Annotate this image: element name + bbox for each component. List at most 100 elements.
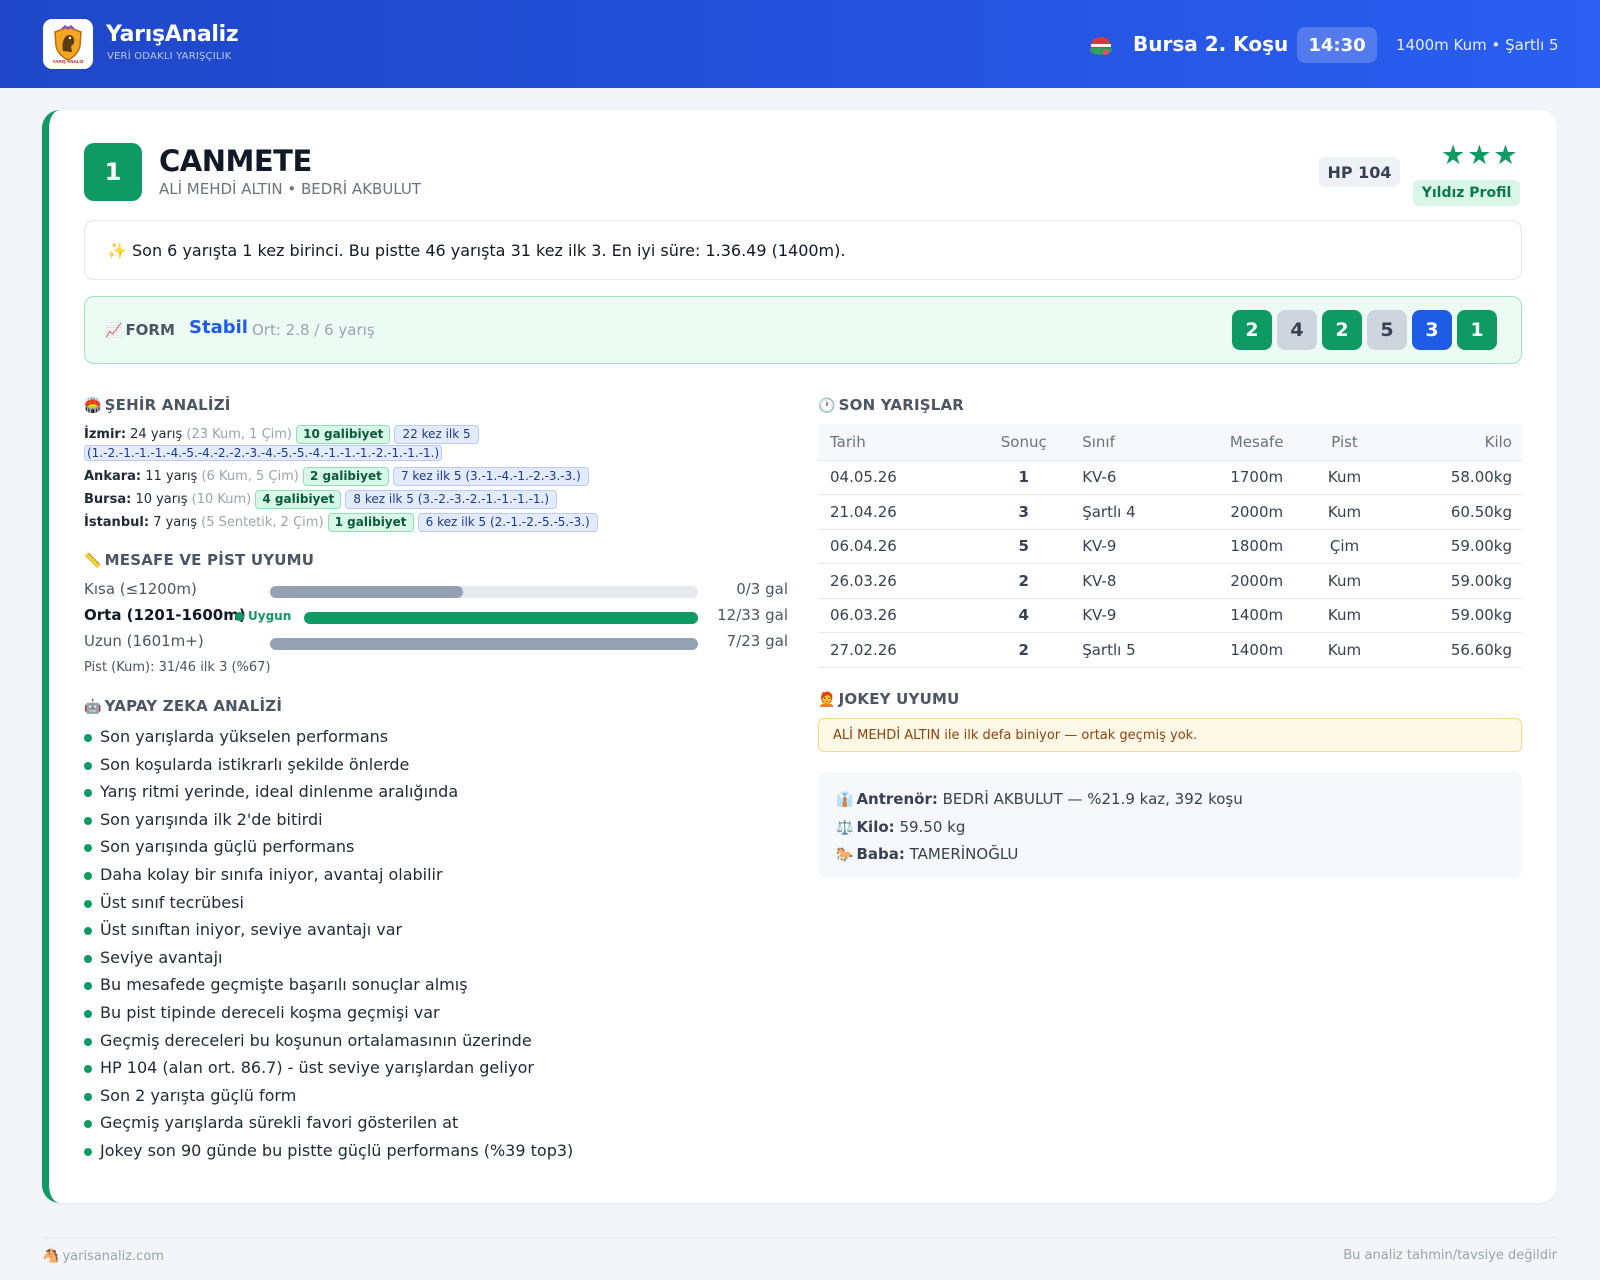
ai-insight-item: Geçmiş yarışlarda sürekli favori gösteri…: [84, 1113, 573, 1141]
ai-insight-item: Son yarışlarda yükselen performans: [84, 727, 573, 755]
col-track: Pist: [1310, 424, 1379, 461]
distance-bar-fill: [270, 638, 698, 650]
race-row[interactable]: 26.03.26 2 KV-8 2000m Kum 59.00kg: [818, 563, 1522, 599]
sire-line: 🐎 Baba: TAMERİNOĞLU: [836, 845, 1019, 863]
brand-name[interactable]: YarışAnaliz: [106, 22, 239, 47]
logo-small-icon: 🐴: [42, 1248, 60, 1264]
top5-tag: 8 kez ilk 5 (3.-2.-3.-2.-1.-1.-1.-1.): [345, 490, 558, 509]
race-row[interactable]: 27.02.26 2 Şartlı 5 1400m Kum 56.60kg: [818, 632, 1522, 668]
city-row-izmir: İzmir: 24 yarış (23 Kum, 1 Çim) 10 galib…: [84, 425, 804, 463]
ruler-icon: 📏: [84, 553, 102, 569]
race-distance: 1400m: [1202, 598, 1311, 633]
race-row[interactable]: 06.03.26 4 KV-9 1400m Kum 59.00kg: [818, 598, 1522, 633]
race-weight: 58.00kg: [1378, 460, 1522, 495]
hp-badge: HP 104: [1319, 157, 1400, 187]
form-heading: 📈 FORM: [105, 321, 175, 339]
stadium-icon: 🏟️: [84, 398, 102, 414]
ai-insight-item: Seviye avantajı: [84, 948, 573, 976]
race-row[interactable]: 06.04.26 5 KV-9 1800m Çim 59.00kg: [818, 529, 1522, 564]
brand-logo[interactable]: YARIŞ ANALİZ: [43, 19, 93, 69]
ai-insight-list: Son yarışlarda yükselen performans Son ko…: [84, 727, 573, 1169]
summary-box: ✨ Son 6 yarışta 1 kez birinci. Bu pistte…: [84, 220, 1522, 280]
ai-insight-item: Son koşularda istikrarlı şekilde önlerde: [84, 755, 573, 783]
race-track: Kum: [1310, 632, 1379, 668]
jockey-icon: 🧑‍🦰: [818, 692, 836, 708]
col-weight: Kilo: [1378, 424, 1522, 461]
ai-insight-item: Üst sınıftan iniyor, seviye avantajı var: [84, 920, 573, 948]
distance-label: Orta (1201-1600m): [84, 606, 246, 624]
clock-icon: 🕐: [818, 398, 836, 414]
race-weight: 59.00kg: [1378, 529, 1522, 564]
distance-row-mid: Orta (1201-1600m) Uygun 12/33 gal: [84, 606, 788, 628]
distance-bar: [304, 612, 698, 624]
form-average: Ort: 2.8 / 6 yarış: [252, 321, 375, 339]
race-class: KV-6: [1070, 460, 1203, 495]
race-row[interactable]: 21.04.26 3 Şartlı 4 2000m Kum 60.50kg: [818, 494, 1522, 530]
city-row-bursa: Bursa: 10 yarış (10 Kum) 4 galibiyet 8 k…: [84, 490, 804, 509]
footer-site[interactable]: 🐴 yarisanaliz.com: [42, 1248, 164, 1264]
form-chip: 5: [1367, 310, 1407, 350]
race-time-badge: 14:30: [1297, 27, 1377, 63]
distance-row-short: Kısa (≤1200m) 0/3 gal: [84, 580, 788, 602]
race-track: Çim: [1310, 529, 1379, 564]
ai-insight-item: Jokey son 90 günde bu pistte güçlü perfo…: [84, 1141, 573, 1169]
distance-value: 0/3 gal: [736, 580, 788, 598]
form-chip: 2: [1322, 310, 1362, 350]
race-distance: 1800m: [1202, 529, 1311, 564]
col-result: Sonuç: [977, 424, 1071, 461]
race-class: KV-9: [1070, 598, 1203, 633]
recent-races-title: 🕐 SON YARIŞLAR: [818, 396, 965, 414]
top5-tag: 7 kez ilk 5 (3.-1.-4.-1.-2.-3.-3.): [392, 467, 589, 486]
col-class: Sınıf: [1070, 424, 1203, 461]
distance-row-long: Uzun (1601m+) 7/23 gal: [84, 632, 788, 654]
race-info: 1400m Kum • Şartlı 5: [1396, 36, 1559, 54]
trainer-line: 👔 Antrenör: BEDRİ AKBULUT — %21.9 kaz, 39…: [836, 790, 1243, 808]
wins-tag: 2 galibiyet: [302, 467, 389, 486]
race-class: Şartlı 5: [1070, 632, 1203, 668]
top5-tag: 6 kez ilk 5 (2.-1.-2.-5.-5.-3.): [417, 513, 598, 532]
footer-divider: [42, 1237, 1557, 1238]
wins-tag: 1 galibiyet: [327, 513, 414, 532]
race-distance: 2000m: [1202, 563, 1311, 599]
race-date: 21.04.26: [818, 494, 978, 530]
ai-insight-item: Son 2 yarışta güçlü form: [84, 1086, 573, 1114]
race-weight: 60.50kg: [1378, 494, 1522, 530]
weight-line: ⚖️ Kilo: 59.50 kg: [836, 817, 966, 836]
col-date: Tarih: [818, 424, 978, 461]
ai-insight-item: Son yarışında güçlü performans: [84, 837, 573, 865]
ai-insight-item: Daha kolay bir sınıfa iniyor, avantaj ol…: [84, 865, 573, 893]
horse-shield-icon: YARIŞ ANALİZ: [53, 24, 84, 64]
distance-bar: [270, 586, 698, 598]
race-row[interactable]: 04.05.26 1 KV-6 1700m Kum 58.00kg: [818, 460, 1522, 495]
ai-analysis-title: 🤖 YAPAY ZEKA ANALİZİ: [84, 697, 283, 715]
jockey-note-text: ALİ MEHDİ ALTIN ile ilk defa biniyor — o…: [833, 727, 1198, 743]
top-header: YARIŞ ANALİZ YarışAnaliz VERİ ODAKLI YAR…: [0, 0, 1600, 88]
track-stat: Pist (Kum): 31/46 ilk 3 (%67): [84, 660, 271, 675]
ai-insight-item: Yarış ritmi yerinde, ideal dinlenme aral…: [84, 782, 573, 810]
ai-insight-item: HP 104 (alan ort. 86.7) - üst seviye yar…: [84, 1058, 573, 1086]
city-row-istanbul: İstanbul: 7 yarış (5 Sentetik, 2 Çim) 1 …: [84, 513, 804, 532]
race-class: Şartlı 4: [1070, 494, 1203, 530]
race-weight: 59.00kg: [1378, 598, 1522, 633]
jockey-trainer-line: ALİ MEHDİ ALTIN • BEDRİ AKBULUT: [159, 180, 422, 198]
city-analysis-title: 🏟️ ŞEHİR ANALİZİ: [84, 396, 231, 414]
race-date: 27.02.26: [818, 632, 978, 668]
race-result: 1: [977, 460, 1071, 495]
race-weight: 56.60kg: [1378, 632, 1522, 668]
col-distance: Mesafe: [1202, 424, 1311, 461]
race-result: 2: [977, 632, 1071, 668]
brand-tagline: VERİ ODAKLI YARIŞÇILIK: [107, 51, 232, 62]
horse-name[interactable]: CANMETE: [159, 144, 312, 178]
distance-value: 7/23 gal: [726, 632, 788, 650]
form-chip: 2: [1232, 310, 1272, 350]
wins-tag: 4 galibiyet: [255, 490, 342, 509]
ai-insight-item: Üst sınıf tecrübesi: [84, 893, 573, 921]
jockey-note: ALİ MEHDİ ALTIN ile ilk defa biniyor — o…: [818, 718, 1522, 752]
race-distance: 2000m: [1202, 494, 1311, 530]
star-profile-badge: Yıldız Profil: [1413, 180, 1520, 206]
jockey-fit-title: 🧑‍🦰 JOKEY UYUMU: [818, 690, 960, 708]
race-title: Bursa 2. Koşu: [1133, 32, 1289, 56]
race-class: KV-8: [1070, 563, 1203, 599]
ai-insight-item: Bu mesafede geçmişte başarılı sonuçlar a…: [84, 975, 573, 1003]
distance-bar-fill: [270, 586, 463, 598]
